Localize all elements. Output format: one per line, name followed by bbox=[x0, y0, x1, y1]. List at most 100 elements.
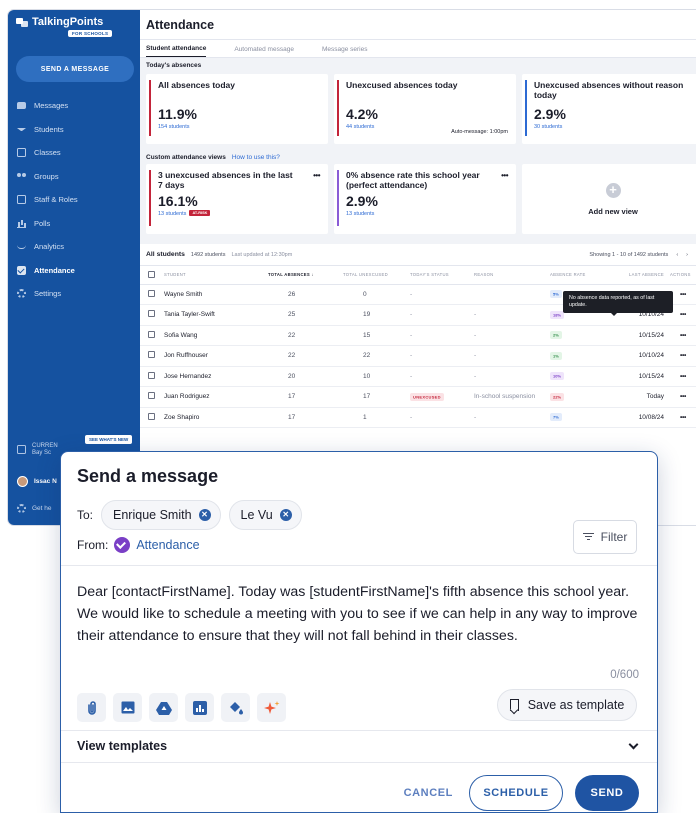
card-student-count[interactable]: 154 students bbox=[158, 124, 320, 130]
student-name[interactable]: Jose Hernandez bbox=[164, 366, 268, 387]
row-more-options-icon[interactable]: ••• bbox=[670, 407, 696, 428]
app-logo[interactable]: TalkingPoints bbox=[16, 16, 103, 28]
sidebar-item-analytics[interactable]: Analytics bbox=[8, 235, 140, 259]
cancel-button[interactable]: CANCEL bbox=[400, 787, 457, 799]
students-icon bbox=[17, 127, 26, 131]
sparkle-icon[interactable] bbox=[257, 693, 286, 722]
student-name[interactable]: Juan Rodriguez bbox=[164, 386, 268, 408]
column-reason[interactable]: REASON bbox=[474, 266, 550, 285]
column-student[interactable]: STUDENT bbox=[164, 266, 268, 285]
sidebar-item-groups[interactable]: Groups bbox=[8, 165, 140, 189]
remove-recipient-icon[interactable]: ✕ bbox=[279, 509, 292, 521]
google-drive-icon[interactable] bbox=[149, 693, 178, 722]
see-whats-new-button[interactable]: SEE WHAT'S NEW bbox=[85, 435, 133, 444]
user-profile[interactable]: Issac N bbox=[17, 476, 57, 487]
from-label: From: bbox=[77, 538, 109, 552]
student-name[interactable]: Tania Tayler-Swift bbox=[164, 304, 268, 326]
table-row[interactable]: Jon Ruffhouser 22 22- -1% 10/10/24 ••• bbox=[140, 345, 696, 367]
card-student-count[interactable]: 30 students bbox=[534, 124, 696, 130]
sidebar-item-polls[interactable]: Polls bbox=[8, 212, 140, 236]
row-more-options-icon[interactable]: ••• bbox=[670, 386, 696, 408]
table-row[interactable]: Juan Rodriguez 17 17 UNEXCUSED In-school sus… bbox=[140, 386, 696, 408]
row-checkbox[interactable] bbox=[148, 330, 155, 338]
filter-label: Filter bbox=[600, 530, 628, 544]
more-options-icon[interactable]: ••• bbox=[501, 171, 508, 180]
select-all-checkbox[interactable] bbox=[148, 270, 155, 278]
from-sender-link[interactable]: Attendance bbox=[136, 538, 199, 552]
card-value: 4.2% bbox=[346, 105, 378, 122]
sidebar-item-students[interactable]: Students bbox=[8, 118, 140, 142]
schedule-button[interactable]: SCHEDULE bbox=[469, 775, 563, 811]
view-templates-toggle[interactable]: View templates bbox=[77, 738, 639, 754]
rate-badge: 5% bbox=[550, 290, 562, 299]
chart-icon[interactable] bbox=[185, 693, 214, 722]
custom-view-card[interactable]: 0% absence rate this school year (perfec… bbox=[334, 164, 516, 234]
row-more-options-icon[interactable]: ••• bbox=[670, 304, 696, 326]
card-accent-bar bbox=[149, 170, 151, 226]
todays-status: - bbox=[410, 366, 474, 387]
row-more-options-icon[interactable]: ••• bbox=[670, 284, 696, 305]
row-more-options-icon[interactable]: ••• bbox=[670, 366, 696, 387]
student-name[interactable]: Jon Ruffhouser bbox=[164, 345, 268, 367]
row-checkbox[interactable] bbox=[148, 310, 155, 318]
card-student-count[interactable]: 13 students bbox=[346, 211, 508, 217]
card-accent-bar bbox=[149, 80, 151, 136]
more-options-icon[interactable]: ••• bbox=[313, 171, 320, 180]
row-checkbox[interactable] bbox=[148, 412, 155, 420]
sidebar-item-messages[interactable]: Messages bbox=[8, 94, 140, 118]
recipient-chip[interactable]: Le Vu ✕ bbox=[228, 500, 302, 530]
tab-automated-message[interactable]: Automated message bbox=[234, 46, 294, 57]
current-school[interactable]: CURREN Bay Sc bbox=[17, 443, 58, 456]
chevron-left-icon[interactable]: ‹ bbox=[676, 252, 678, 258]
stat-card[interactable]: All absences today 11.9% 154 students bbox=[146, 74, 328, 144]
table-row[interactable]: Jose Hernandez 20 10- -10% 10/15/24 ••• bbox=[140, 366, 696, 387]
stat-card[interactable]: Unexcused absences today 4.2% 44 student… bbox=[334, 74, 516, 144]
student-name[interactable]: Wayne Smith bbox=[164, 284, 268, 305]
row-checkbox[interactable] bbox=[148, 371, 155, 379]
how-to-use-link[interactable]: How to use this? bbox=[232, 154, 280, 161]
row-more-options-icon[interactable]: ••• bbox=[670, 325, 696, 346]
add-new-view-card[interactable]: + Add new view bbox=[522, 164, 696, 234]
row-checkbox[interactable] bbox=[148, 351, 155, 359]
sidebar-item-label: Polls bbox=[34, 218, 51, 228]
get-help[interactable]: Get he bbox=[17, 504, 52, 513]
row-checkbox[interactable] bbox=[148, 392, 155, 400]
tab-message-series[interactable]: Message series bbox=[322, 46, 368, 57]
attachment-icon[interactable] bbox=[77, 693, 106, 722]
chevron-right-icon[interactable]: › bbox=[686, 252, 688, 258]
table-row[interactable]: Zoe Shapiro 17 1- -7% 10/08/24 ••• bbox=[140, 407, 696, 428]
message-body-textarea[interactable]: Dear [contactFirstName]. Today was [stud… bbox=[77, 581, 643, 647]
last-updated: Last updated at 12:30pm bbox=[231, 251, 293, 258]
sidebar-item-settings[interactable]: Settings bbox=[8, 282, 140, 306]
sidebar-item-staff-roles[interactable]: Staff & Roles bbox=[8, 188, 140, 212]
remove-recipient-icon[interactable]: ✕ bbox=[198, 509, 211, 521]
tab-student-attendance[interactable]: Student attendance bbox=[146, 45, 207, 57]
sidebar-item-attendance[interactable]: Attendance bbox=[8, 259, 140, 283]
sidebar-item-classes[interactable]: Classes bbox=[8, 141, 140, 165]
stat-card[interactable]: Unexcused absences without reason today … bbox=[522, 74, 696, 144]
table-row[interactable]: Sofia Wang 22 15- -2% 10/15/24 ••• bbox=[140, 325, 696, 346]
paint-bucket-icon[interactable] bbox=[221, 693, 250, 722]
send-button[interactable]: SEND bbox=[575, 775, 639, 811]
column-absence-rate[interactable]: ABSENCE RATE bbox=[550, 266, 614, 285]
divider bbox=[61, 565, 657, 566]
bookmark-icon bbox=[509, 699, 519, 711]
student-name[interactable]: Sofia Wang bbox=[164, 325, 268, 346]
settings-icon bbox=[17, 289, 26, 299]
total-absences: 22 bbox=[268, 325, 343, 346]
card-student-count[interactable]: 13 students bbox=[158, 211, 186, 217]
filter-button[interactable]: Filter bbox=[573, 520, 637, 554]
column-total-unexcused[interactable]: TOTAL UNEXCUSED bbox=[343, 266, 410, 285]
save-as-template-button[interactable]: Save as template bbox=[497, 689, 637, 721]
row-checkbox[interactable] bbox=[148, 289, 155, 297]
image-icon[interactable] bbox=[113, 693, 142, 722]
table-title: All students bbox=[146, 251, 185, 258]
column-total-absences[interactable]: TOTAL ABSENCES ↓ bbox=[268, 266, 343, 285]
send-a-message-button[interactable]: SEND A MESSAGE bbox=[16, 56, 134, 82]
column-last-absence[interactable]: LAST ABSENCE bbox=[614, 266, 670, 285]
row-more-options-icon[interactable]: ••• bbox=[670, 345, 696, 367]
student-name[interactable]: Zoe Shapiro bbox=[164, 407, 268, 428]
custom-view-card[interactable]: 3 unexcused absences in the last 7 days … bbox=[146, 164, 328, 234]
recipient-chip[interactable]: Enrique Smith ✕ bbox=[101, 500, 221, 530]
column-todays-status[interactable]: TODAY'S STATUS bbox=[410, 266, 474, 285]
